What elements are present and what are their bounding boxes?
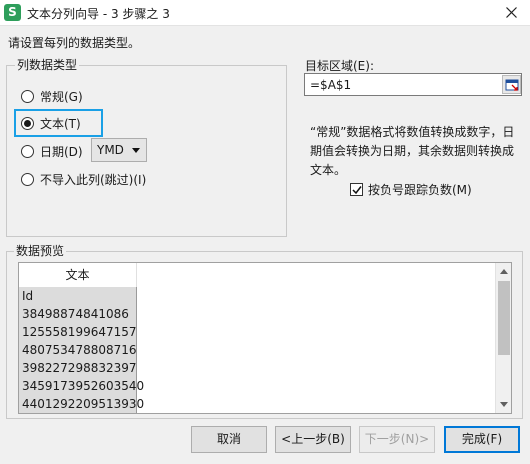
chevron-down-icon — [132, 148, 140, 153]
collapse-dialog-icon — [505, 79, 519, 91]
negative-sign-checkbox-row[interactable]: 按负号跟踪负数(M) — [350, 181, 472, 198]
preview-scrollbar[interactable] — [495, 263, 511, 413]
date-format-select[interactable]: YMD — [91, 138, 147, 162]
app-icon: S — [4, 4, 21, 21]
radio-general[interactable]: 常规(G) — [21, 86, 83, 106]
preview-cell: 3459173952603540 — [22, 379, 145, 393]
radio-skip[interactable]: 不导入此列(跳过)(I) — [21, 169, 146, 189]
next-button[interactable]: 下一步(N)> — [359, 426, 435, 453]
radio-date-button[interactable] — [21, 144, 34, 158]
finish-button[interactable]: 完成(F) — [444, 426, 520, 453]
radio-general-label: 常规(G) — [40, 89, 83, 104]
preview-cell: 4401292209513930 — [22, 397, 145, 411]
target-input[interactable]: =$A$1 — [304, 73, 522, 96]
preview-legend: 数据预览 — [14, 244, 67, 258]
negative-sign-label: 按负号跟踪负数(M) — [368, 183, 472, 197]
radio-date[interactable]: 日期(D) — [21, 141, 83, 161]
preview-cell: 480753478808716 — [22, 343, 137, 357]
column-type-legend: 列数据类型 — [15, 58, 80, 72]
close-icon — [506, 7, 517, 18]
checkmark-icon — [352, 186, 362, 195]
instruction-text: 请设置每列的数据类型。 — [8, 36, 141, 50]
preview-cell: Id — [22, 289, 34, 303]
preview-cell: 398227298832397 — [22, 361, 137, 375]
date-format-value: YMD — [97, 143, 124, 157]
radio-text-label: 文本(T) — [40, 116, 81, 131]
radio-date-label: 日期(D) — [40, 144, 83, 159]
cancel-button[interactable]: 取消 — [191, 426, 267, 453]
preview-cell: 125558199647157 — [22, 325, 137, 339]
preview-cell: 38498874841086 — [22, 307, 129, 321]
window-title: 文本分列向导 - 3 步骤之 3 — [27, 7, 170, 21]
radio-skip-label: 不导入此列(跳过)(I) — [40, 172, 147, 187]
preview-column[interactable]: Id 38498874841086 125558199647157 480753… — [19, 287, 144, 413]
preview-table[interactable]: 文本 Id 38498874841086 125558199647157 480… — [18, 262, 512, 414]
title-bar: S 文本分列向导 - 3 步骤之 3 — [0, 0, 530, 26]
scroll-thumb[interactable] — [498, 281, 510, 355]
radio-skip-button[interactable] — [21, 172, 34, 186]
preview-column-header[interactable]: 文本 — [19, 263, 137, 287]
scroll-up-icon[interactable] — [500, 269, 508, 274]
radio-general-button[interactable] — [21, 89, 34, 103]
radio-text[interactable]: 文本(T) — [21, 113, 81, 133]
scroll-down-icon[interactable] — [500, 402, 508, 407]
collapse-dialog-button[interactable] — [502, 75, 521, 94]
negative-sign-checkbox[interactable] — [350, 183, 363, 196]
target-label: 目标区域(E): — [305, 59, 374, 73]
radio-text-button[interactable] — [21, 116, 34, 130]
target-value: =$A$1 — [310, 78, 352, 92]
close-button[interactable] — [494, 0, 530, 26]
format-note: “常规”数据格式将数值转换成数字，日期值会转换为日期，其余数据则转换成文本。 — [310, 125, 515, 177]
back-button[interactable]: <上一步(B) — [275, 426, 351, 453]
